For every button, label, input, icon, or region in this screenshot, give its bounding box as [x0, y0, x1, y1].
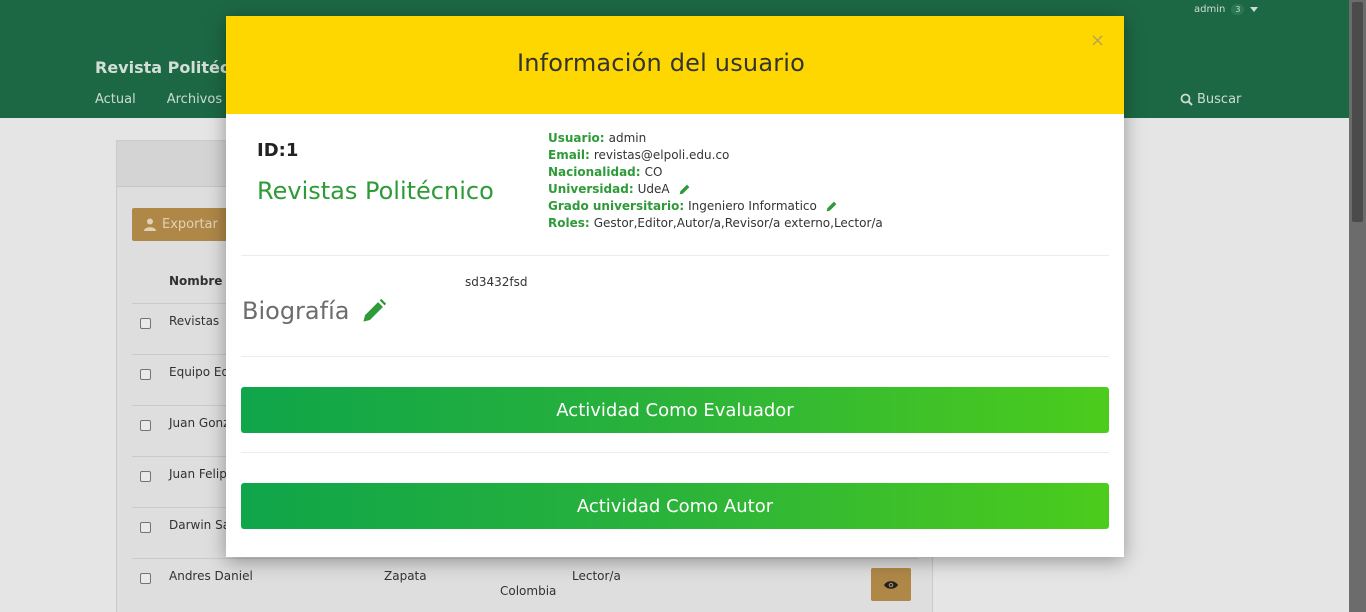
detail-universidad: Universidad: UdeA [548, 181, 883, 198]
journal-name: Revistas Politécnico [257, 177, 494, 205]
bio-text: sd3432fsd [465, 275, 528, 289]
value-nacionalidad: CO [644, 165, 663, 179]
label-email: Email: [548, 148, 590, 162]
value-universidad: UdeA [637, 182, 670, 196]
divider [241, 356, 1109, 357]
detail-roles: Roles: Gestor,Editor,Autor/a,Revisor/a e… [548, 215, 883, 232]
detail-grado: Grado universitario: Ingeniero Informati… [548, 198, 883, 215]
divider [241, 452, 1109, 453]
bio-title: Biografía [242, 297, 387, 325]
activity-evaluator-button[interactable]: Actividad Como Evaluador [241, 387, 1109, 433]
value-email: revistas@elpoli.edu.co [593, 148, 730, 162]
bio-heading: Biografía [242, 297, 350, 325]
close-icon[interactable]: × [1090, 30, 1105, 51]
divider [241, 255, 1109, 256]
modal-title: Información del usuario [516, 49, 806, 77]
user-id: ID:1 [257, 140, 299, 161]
pencil-icon[interactable] [361, 298, 387, 324]
user-info-modal: Información del usuario × ID:1 Revistas … [226, 16, 1124, 557]
label-nacionalidad: Nacionalidad: [548, 165, 641, 179]
user-details: Usuario: admin Email: revistas@elpoli.ed… [548, 130, 883, 232]
detail-usuario: Usuario: admin [548, 130, 883, 147]
value-roles: Gestor,Editor,Autor/a,Revisor/a externo,… [593, 216, 883, 230]
activity-author-button[interactable]: Actividad Como Autor [241, 483, 1109, 529]
value-grado: Ingeniero Informatico [688, 199, 817, 213]
label-universidad: Universidad: [548, 182, 634, 196]
detail-nacionalidad: Nacionalidad: CO [548, 164, 883, 181]
label-roles: Roles: [548, 216, 590, 230]
pencil-icon[interactable] [678, 183, 691, 196]
pencil-icon[interactable] [825, 200, 838, 213]
label-usuario: Usuario: [548, 131, 605, 145]
modal-header: Información del usuario × [226, 16, 1124, 114]
value-usuario: admin [608, 131, 647, 145]
label-grado: Grado universitario: [548, 199, 685, 213]
detail-email: Email: revistas@elpoli.edu.co [548, 147, 883, 164]
